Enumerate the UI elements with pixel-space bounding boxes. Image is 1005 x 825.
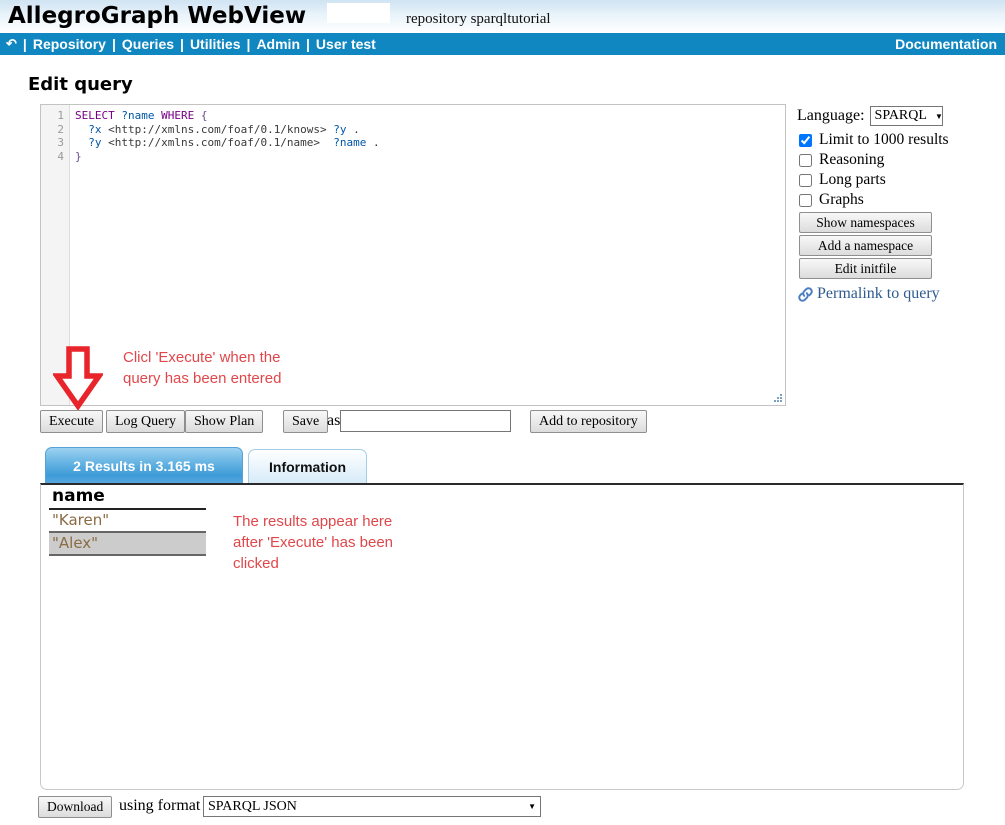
redaction-patch xyxy=(327,3,390,23)
link-chain-icon xyxy=(797,286,814,303)
code-token: { xyxy=(201,109,208,122)
chevron-down-icon: ▼ xyxy=(935,112,943,121)
execute-button[interactable]: Execute xyxy=(40,410,103,433)
checkbox-graphs[interactable]: Graphs xyxy=(797,190,1005,210)
execute-annotation-text: Clicl 'Execute' when the query has been … xyxy=(123,347,281,389)
tab-2-results-in-3-165-ms[interactable]: 2 Results in 3.165 ms xyxy=(45,447,243,483)
code-token: ?y xyxy=(88,136,108,149)
namespace-buttons: Show namespacesAdd a namespaceEdit initf… xyxy=(797,212,1005,279)
nav-separator: | xyxy=(247,36,251,52)
save-button[interactable]: Save xyxy=(283,410,328,433)
checkbox-reasoning[interactable]: Reasoning xyxy=(797,150,1005,170)
code-line: } xyxy=(75,150,785,164)
code-token xyxy=(75,136,88,149)
checkbox-label: Reasoning xyxy=(819,151,884,169)
results-panel: name "Karen""Alex" xyxy=(40,483,964,790)
save-as-label: as xyxy=(327,412,340,430)
resize-grip-icon[interactable] xyxy=(772,392,783,403)
checkbox-long-parts[interactable]: Long parts xyxy=(797,170,1005,190)
code-token: SELECT xyxy=(75,109,121,122)
nav-item-admin[interactable]: Admin xyxy=(256,36,300,52)
app-title: AllegroGraph WebView xyxy=(8,3,306,29)
checkbox-input-limit-to-1000-results[interactable] xyxy=(799,134,812,147)
checkbox-label: Graphs xyxy=(819,191,864,209)
code-token: ?name xyxy=(333,136,366,149)
checkbox-input-graphs[interactable] xyxy=(799,194,812,207)
nav-separator: | xyxy=(306,36,310,52)
nav-item-documentation[interactable]: Documentation xyxy=(895,36,997,52)
option-checkboxes: Limit to 1000 results Reasoning Long parts… xyxy=(797,130,1005,210)
permalink-to-query-link[interactable]: Permalink to query xyxy=(797,285,1005,303)
checkbox-input-long-parts[interactable] xyxy=(799,174,812,187)
page: AllegroGraph WebView repository sparqltu… xyxy=(0,0,1005,825)
show-namespaces-button[interactable]: Show namespaces xyxy=(799,212,932,233)
results-table: name "Karen""Alex" xyxy=(49,486,206,556)
chevron-down-icon: ▼ xyxy=(528,802,536,811)
results-annotation-text: The results appear here after 'Execute' … xyxy=(233,511,393,574)
query-options-sidebar: Language: SPARQL ▼ Limit to 1000 results… xyxy=(797,106,1005,303)
code-token xyxy=(75,123,88,136)
results-header-row: name xyxy=(49,486,206,509)
checkbox-input-reasoning[interactable] xyxy=(799,154,812,167)
save-name-input[interactable] xyxy=(340,410,511,432)
language-select-value: SPARQL xyxy=(875,108,927,124)
show-plan-button[interactable]: Show Plan xyxy=(185,410,263,433)
line-number: 1 xyxy=(41,109,64,123)
code-token: ?y xyxy=(333,123,346,136)
page-title: Edit query xyxy=(28,74,133,95)
result-cell[interactable]: "Alex" xyxy=(49,532,206,555)
code-token: ?name xyxy=(121,109,161,122)
permalink-label: Permalink to query xyxy=(817,285,940,303)
using-format-label: using format xyxy=(119,797,200,815)
add-to-repository-button[interactable]: Add to repository xyxy=(530,410,647,433)
table-row[interactable]: "Alex" xyxy=(49,532,206,555)
code-token: ?x xyxy=(88,123,108,136)
nav-item-utilities[interactable]: Utilities xyxy=(190,36,241,52)
results-tabs: 2 Results in 3.165 msInformation xyxy=(45,447,367,483)
table-row[interactable]: "Karen" xyxy=(49,509,206,532)
code-token xyxy=(320,136,333,149)
results-body: "Karen""Alex" xyxy=(49,509,206,555)
checkbox-limit-to-1000-results[interactable]: Limit to 1000 results xyxy=(797,130,1005,150)
result-cell[interactable]: "Karen" xyxy=(49,509,206,532)
code-token: <http://xmlns.com/foaf/0.1/knows> xyxy=(108,123,327,136)
add-a-namespace-button[interactable]: Add a namespace xyxy=(799,235,932,256)
format-select[interactable]: SPARQL JSON ▼ xyxy=(203,796,541,817)
code-token: . xyxy=(366,136,379,149)
code-token: . xyxy=(347,123,360,136)
log-query-button[interactable]: Log Query xyxy=(106,410,185,433)
nav-separator: | xyxy=(180,36,184,52)
column-header-name: name xyxy=(49,486,206,509)
download-button[interactable]: Download xyxy=(38,796,112,818)
line-number: 3 xyxy=(41,136,64,150)
nav-bar: ↶ | Repository | Queries | Utilities | Admin | Use… xyxy=(0,33,1005,55)
nav-links: ↶ | Repository | Queries | Utilities | Admin | Use… xyxy=(6,36,376,52)
checkbox-label: Long parts xyxy=(819,171,886,189)
red-down-arrow-annotation xyxy=(53,346,103,410)
language-select[interactable]: SPARQL ▼ xyxy=(870,106,943,126)
edit-initfile-button[interactable]: Edit initfile xyxy=(799,258,932,279)
checkbox-label: Limit to 1000 results xyxy=(819,131,949,149)
nav-item-user-test[interactable]: User test xyxy=(316,36,376,52)
code-line: ?x <http://xmlns.com/foaf/0.1/knows> ?y … xyxy=(75,123,785,137)
code-token: WHERE xyxy=(161,109,201,122)
language-label: Language: xyxy=(797,107,865,125)
line-number: 4 xyxy=(41,150,64,164)
back-icon[interactable]: ↶ xyxy=(6,36,17,52)
tab-information[interactable]: Information xyxy=(248,449,367,483)
nav-item-queries[interactable]: Queries xyxy=(122,36,174,52)
nav-item-repository[interactable]: Repository xyxy=(33,36,106,52)
code-token: <http://xmlns.com/foaf/0.1/name> xyxy=(108,136,320,149)
repository-label: repository sparqltutorial xyxy=(406,11,551,28)
code-token: } xyxy=(75,150,82,163)
nav-separator: | xyxy=(112,36,116,52)
nav-separator: | xyxy=(23,36,27,52)
line-number: 2 xyxy=(41,123,64,137)
code-line: SELECT ?name WHERE { xyxy=(75,109,785,123)
code-line: ?y <http://xmlns.com/foaf/0.1/name> ?nam… xyxy=(75,136,785,150)
format-select-value: SPARQL JSON xyxy=(208,799,297,815)
